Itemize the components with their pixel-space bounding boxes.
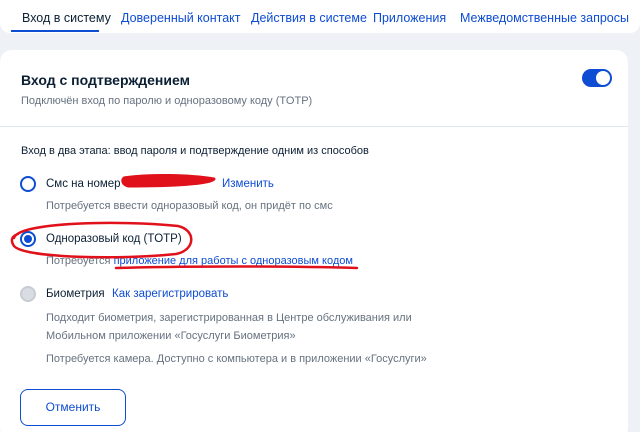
divider [0, 126, 628, 127]
tab-login[interactable]: Вход в систему [22, 11, 111, 25]
section-subtitle: Подключён вход по паролю и одноразовому … [21, 95, 313, 107]
active-tab-indicator [11, 30, 99, 32]
biometrics-camera-hint: Потребуется камера. Доступно с компьютер… [46, 353, 427, 365]
option-sms-hint: Потребуется ввести одноразовый код, он п… [46, 200, 333, 212]
totp-app-link[interactable]: приложение для работы с одноразовым кодо… [114, 255, 353, 267]
cancel-button[interactable]: Отменить [20, 389, 126, 426]
tab-interagency-requests[interactable]: Межведомственные запросы [460, 11, 629, 25]
tab-apps[interactable]: Приложения [373, 11, 446, 25]
option-sms-label: Смс на номер [46, 178, 121, 190]
change-phone-link[interactable]: Изменить [222, 178, 274, 190]
radio-biometrics [20, 286, 36, 302]
confirmation-toggle[interactable] [582, 69, 612, 87]
section-title: Вход с подтверждением [21, 72, 190, 88]
two-step-intro: Вход в два этапа: ввод пароля и подтверж… [21, 145, 369, 157]
radio-sms[interactable] [20, 176, 36, 192]
biometrics-hint-line2: Мобильном приложении «Госуслуги Биометри… [46, 330, 296, 342]
how-to-register-link[interactable]: Как зарегистрировать [112, 288, 228, 300]
option-totp-hint: Потребуется приложение для работы с одно… [46, 255, 353, 267]
option-biometrics-label: Биометрия [46, 288, 105, 300]
radio-totp[interactable] [20, 231, 36, 247]
tab-bar: Вход в систему Доверенный контакт Действ… [0, 0, 640, 33]
tab-trusted-contact[interactable]: Доверенный контакт [121, 11, 241, 25]
toggle-knob [596, 71, 610, 85]
login-confirmation-card: Вход с подтверждением Подключён вход по … [0, 50, 628, 432]
option-totp-label: Одноразовый код (TOTP) [46, 233, 182, 245]
tab-actions[interactable]: Действия в системе [251, 11, 367, 25]
option-totp-hint-prefix: Потребуется [46, 255, 111, 267]
biometrics-hint-line1: Подходит биометрия, зарегистрированная в… [46, 312, 412, 324]
